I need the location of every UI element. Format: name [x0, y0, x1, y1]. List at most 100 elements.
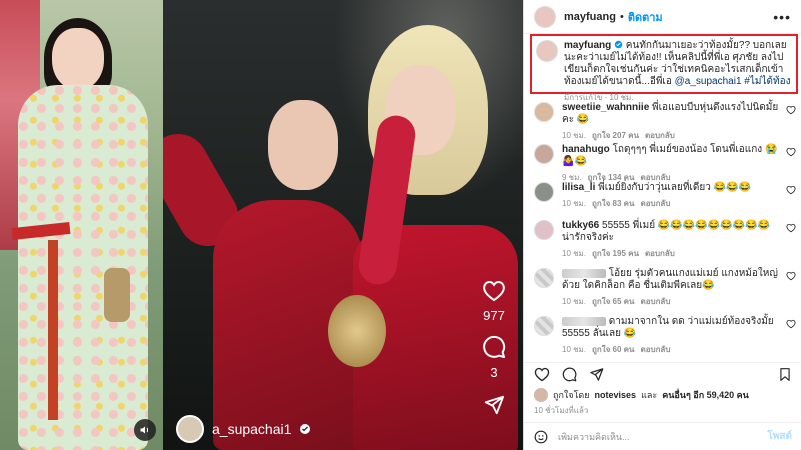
likes-user[interactable]: notevises [595, 390, 637, 400]
avatar[interactable] [534, 268, 554, 288]
blurred-username [562, 316, 606, 326]
follow-button[interactable]: ติดตาม [628, 8, 663, 26]
comment-meta: 10 ชม. ถูกใจ 83 คน ตอบกลับ [562, 197, 782, 210]
avatar[interactable] [534, 316, 554, 336]
reel-comment[interactable]: 3 [482, 335, 506, 380]
reel-video[interactable] [163, 0, 523, 450]
reply-button[interactable]: ตอบกลับ [645, 129, 675, 142]
comment-meta: 10 ชม. ถูกใจ 65 คน ตอบกลับ [562, 295, 782, 308]
comment-item: hanahugo โถดุๆๆๆ พี่เมย์ของน้อง โดนพี่เอ… [534, 144, 796, 182]
comment-time: 10 ชม. [562, 297, 587, 306]
heart-icon[interactable] [786, 147, 796, 157]
floral-dress [18, 85, 148, 450]
verified-icon [614, 40, 623, 49]
reply-button[interactable]: ตอบกลับ [641, 295, 671, 308]
speaker-icon[interactable] [134, 419, 156, 441]
heart-icon[interactable] [482, 280, 506, 302]
comment-text: lilisa_li พี่เมย์ยิ่งกับว่าวุ่นเลยที่เดี… [562, 182, 782, 194]
reel-actions: 977 3 [470, 280, 518, 416]
avatar[interactable] [536, 40, 558, 62]
caption-username[interactable]: mayfuang [564, 40, 611, 51]
comment-icon[interactable] [482, 335, 506, 359]
heart-icon[interactable] [786, 223, 796, 233]
blurred-username [562, 268, 606, 278]
comment-item: ดามมาจากใน ดด ว่าแม่เมย์ท้องจริงมั้ย 555… [534, 316, 796, 358]
reel-comment-count: 3 [490, 365, 498, 380]
caption-hashtag[interactable]: #ไม่ได้ท้อง [744, 76, 790, 87]
comment-meta: 10 ชม. ถูกใจ 195 คน ตอบกลับ [562, 247, 782, 260]
red-tassel [48, 240, 58, 420]
reel-user[interactable]: a_supachai1 [176, 413, 311, 445]
comment-username[interactable]: lilisa_li [562, 182, 595, 193]
comment-likes[interactable]: ถูกใจ 207 คน [592, 129, 639, 142]
post-header: mayfuang • ติดตาม ••• [524, 0, 801, 34]
comment-list: sweetiie_wahnniie พี่เอแอบบีบหุ่นดึงแรงไ… [534, 102, 796, 358]
comment-time: 10 ชม. [562, 199, 587, 208]
gold-bag [328, 295, 386, 367]
comment-meta: 10 ชม. ถูกใจ 207 คน ตอบกลับ [562, 129, 782, 142]
reply-button[interactable]: ตอบกลับ [645, 247, 675, 260]
comment-time: 10 ชม. [562, 131, 587, 140]
more-options-icon[interactable]: ••• [773, 9, 791, 25]
comment-username[interactable]: sweetiie_wahnniie [562, 102, 649, 113]
highlighted-caption: mayfuang คนทักกันมาเยอะว่าท้องมั้ย?? บอก… [530, 34, 798, 102]
woman-face [52, 28, 104, 90]
post-actions [524, 362, 801, 386]
post-comment-button[interactable]: โพสต์ [767, 429, 792, 444]
reel-username[interactable]: a_supachai1 [212, 421, 291, 437]
reply-button[interactable]: ตอบกลับ [641, 197, 671, 210]
comment-username[interactable]: hanahugo [562, 144, 610, 155]
face [268, 100, 338, 190]
reel-share[interactable] [483, 394, 505, 416]
avatar[interactable] [534, 144, 554, 164]
comment-text: sweetiie_wahnniie พี่เอแอบบีบหุ่นดึงแรงไ… [562, 102, 782, 126]
send-icon[interactable] [483, 394, 505, 416]
comments-panel: mayfuang • ติดตาม ••• mayfuang คนทักกันม… [523, 0, 801, 450]
send-icon[interactable] [589, 367, 604, 382]
comment-likes[interactable]: ถูกใจ 195 คน [592, 247, 639, 260]
avatar[interactable] [534, 220, 554, 240]
likes-prefix: ถูกใจโดย [553, 390, 590, 400]
post-username[interactable]: mayfuang [564, 11, 616, 23]
verified-icon [300, 424, 311, 434]
comment-text: tukky66 55555 พี่เมย์ 😂😂😂😂😂😂😂😂😂 น่ารักจร… [562, 220, 782, 244]
likes-others[interactable]: คนอื่นๆ อีก 59,420 คน [662, 388, 749, 402]
woman-in-red-dress [163, 90, 363, 450]
heart-icon[interactable] [786, 271, 796, 281]
comment-icon[interactable] [562, 367, 577, 382]
emoji-icon[interactable] [534, 430, 548, 444]
reel-user-avatar[interactable] [176, 415, 204, 443]
comment-text: hanahugo โถดุๆๆๆ พี่เมย์ของน้อง โดนพี่เอ… [562, 144, 782, 168]
comment-meta: 10 ชม. ถูกใจ 60 คน ตอบกลับ [562, 343, 782, 356]
avatar[interactable] [534, 102, 554, 122]
likes-middle: และ [641, 390, 658, 400]
heart-icon[interactable] [534, 367, 550, 382]
comment-time: 10 ชม. [562, 345, 587, 354]
avatar[interactable] [534, 388, 548, 402]
comment-text: โอ้ยย รุ่มตัวคนแกงแม่เมย์ แกงหม้อใหญ่ด้ว… [562, 268, 782, 292]
heart-icon[interactable] [786, 319, 796, 329]
reply-button[interactable]: ตอบกลับ [641, 343, 671, 356]
comment-item: lilisa_li พี่เมย์ยิ่งกับว่าวุ่นเลยที่เดี… [534, 182, 796, 220]
handbag [104, 268, 130, 322]
comment-text: ดามมาจากใน ดด ว่าแม่เมย์ท้องจริงมั้ย 555… [562, 316, 782, 340]
comment-item: โอ้ยย รุ่มตัวคนแกงแม่เมย์ แกงหม้อใหญ่ด้ว… [534, 268, 796, 316]
comment-likes[interactable]: ถูกใจ 65 คน [592, 295, 634, 308]
avatar[interactable] [534, 5, 556, 28]
heart-icon[interactable] [786, 185, 796, 195]
caption-mention[interactable]: @a_supachai1 [675, 76, 742, 87]
comment-likes[interactable]: ถูกใจ 83 คน [592, 197, 634, 210]
comment-likes[interactable]: ถูกใจ 60 คน [592, 343, 634, 356]
bookmark-icon[interactable] [778, 367, 792, 382]
comment-username[interactable]: tukky66 [562, 220, 599, 231]
avatar[interactable] [534, 182, 554, 202]
post-time: 10 ชั่วโมงที่แล้ว [534, 406, 589, 415]
heart-icon[interactable] [786, 105, 796, 115]
likes-summary: ถูกใจโดย notevises และ คนอื่นๆ อีก 59,42… [534, 388, 749, 402]
reel-like[interactable]: 977 [482, 280, 506, 323]
comment-body: พี่เมย์ยิ่งกับว่าวุ่นเลยที่เดียว 😂😂😂 [598, 182, 751, 193]
comment-item: sweetiie_wahnniie พี่เอแอบบีบหุ่นดึงแรงไ… [534, 102, 796, 144]
add-comment-bar: โพสต์ [524, 422, 801, 450]
reel-like-count: 977 [483, 308, 505, 323]
comment-input[interactable] [558, 431, 758, 442]
